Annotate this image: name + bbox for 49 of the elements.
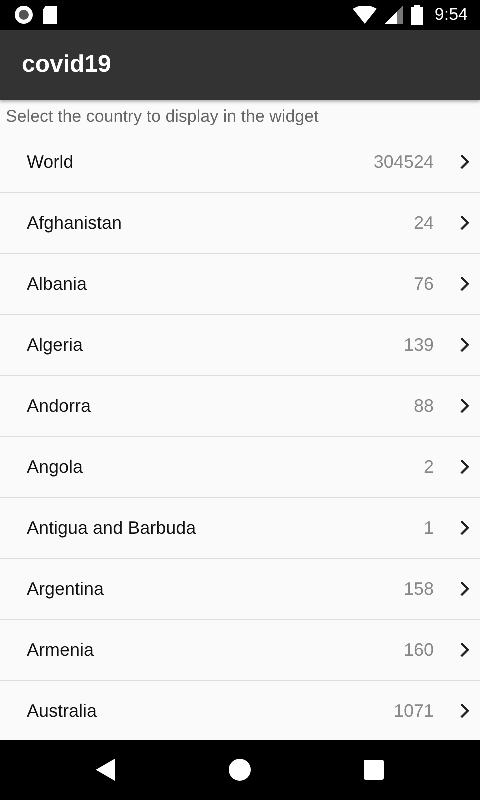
case-count: 24	[414, 212, 434, 234]
case-count: 304524	[374, 152, 434, 172]
chevron-icon	[460, 581, 470, 597]
chevron-icon	[460, 642, 470, 658]
country-item[interactable]: Albania 76	[0, 254, 480, 315]
record-icon	[14, 5, 34, 25]
back-icon[interactable]	[96, 759, 116, 781]
chevron-icon	[460, 520, 470, 536]
country-item[interactable]: Afghanistan 24	[0, 193, 480, 254]
signal-icon	[384, 6, 403, 24]
instruction-text: Select the country to display in the widget	[5, 106, 320, 128]
chevron-icon	[460, 337, 470, 353]
country-name: Afghanistan	[27, 212, 124, 234]
case-count: 76	[414, 274, 434, 294]
country-item[interactable]: World 304524	[0, 132, 480, 193]
country-name: Albania	[27, 274, 88, 294]
country-name: Argentina	[27, 578, 106, 600]
sd-card-icon	[42, 5, 58, 25]
case-count: 1071	[394, 700, 434, 722]
country-item[interactable]: Antigua and Barbuda 1	[0, 498, 480, 559]
wifi-icon	[352, 6, 377, 24]
case-count: 88	[414, 396, 434, 416]
country-name: Australia	[27, 700, 98, 722]
chevron-icon	[460, 459, 470, 475]
case-count: 2	[424, 456, 434, 478]
country-item[interactable]: Andorra 88	[0, 376, 480, 437]
case-count: 139	[404, 334, 434, 356]
country-name: Angola	[27, 456, 84, 478]
battery-icon	[410, 5, 423, 25]
case-count: 160	[404, 640, 434, 660]
country-name: Armenia	[27, 640, 96, 660]
case-count: 1	[424, 518, 434, 538]
chevron-icon	[460, 276, 470, 292]
country-item[interactable]: Armenia 160	[0, 620, 480, 681]
country-name: Andorra	[27, 396, 92, 416]
chevron-icon	[460, 398, 470, 414]
country-item[interactable]: Angola 2	[0, 437, 480, 498]
chevron-icon	[460, 215, 470, 231]
country-name: Algeria	[27, 334, 84, 356]
chevron-icon	[460, 154, 470, 170]
clock-time: 9:54	[434, 5, 468, 25]
case-count: 158	[404, 578, 434, 600]
app-title: covid19	[22, 51, 112, 79]
chevron-icon	[460, 703, 470, 719]
country-name: World	[27, 152, 75, 172]
home-icon[interactable]	[229, 759, 251, 781]
country-item[interactable]: Argentina 158	[0, 559, 480, 620]
country-name: Antigua and Barbuda	[27, 518, 198, 538]
country-item[interactable]: Algeria 139	[0, 315, 480, 376]
